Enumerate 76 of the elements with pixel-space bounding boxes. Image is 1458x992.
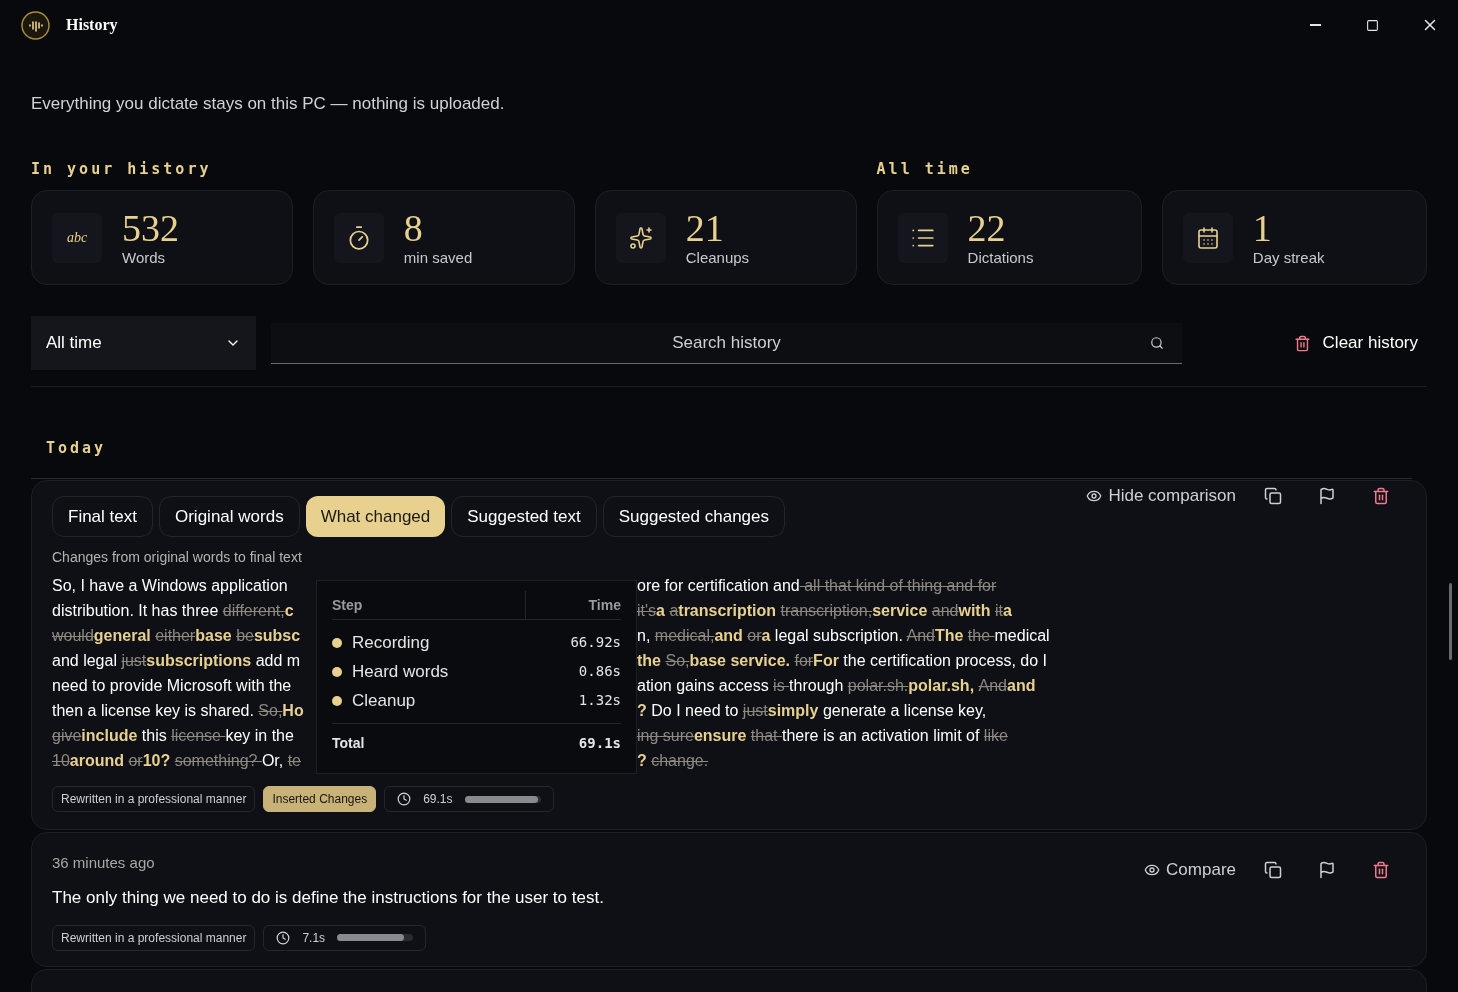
stat-label: min saved [403, 247, 473, 268]
diff-text-line: ore for certification and all that kind of thing and for [637, 575, 997, 596]
view-tab[interactable]: Suggested text [451, 496, 597, 537]
stat-value: 1 [1252, 207, 1273, 248]
search-field[interactable]: Search history [271, 322, 1182, 364]
section-label: All time [876, 161, 974, 177]
compare-button[interactable]: Compare [1144, 857, 1236, 883]
compare-button[interactable]: Hide comparison [1086, 483, 1236, 509]
view-tab[interactable]: Original words [159, 496, 300, 537]
diff-text-line: 10around or10? something? Or, te [52, 751, 301, 769]
stat-value: 22 [967, 207, 1007, 248]
maximize-icon [1366, 18, 1379, 32]
diff-text-line: it'sa atranscription transcription,service andwith ita [637, 600, 1012, 621]
abc-icon: abc [52, 212, 102, 263]
step-name: Recording [352, 631, 431, 654]
copy-icon[interactable] [1264, 860, 1282, 879]
tag-chip: Rewritten in a professional manner [52, 924, 256, 951]
view-tab[interactable]: Suggested changes [602, 496, 785, 537]
stat-label: Day streak [1252, 247, 1325, 268]
step-name: Cleanup [352, 689, 417, 712]
clock-icon [276, 930, 291, 945]
diff-text-line: ? Do I need to justsimply generate a license key, [637, 700, 987, 721]
diff-text-line: ? change. [637, 750, 709, 771]
flag-icon[interactable] [1318, 860, 1336, 879]
diff-text-line: and legal justsubscriptions add m [52, 651, 301, 669]
stat-label: Cleanups [685, 247, 750, 268]
delete-icon[interactable] [1372, 860, 1390, 879]
copy-icon[interactable] [1264, 486, 1282, 505]
diff-text-line: ation gains access is through polar.sh.polar.sh, Andand [637, 675, 1036, 696]
stat-label: Dictations [967, 247, 1034, 268]
minimize-icon [1310, 24, 1321, 26]
diff-text-line: giveinclude this license key in the [52, 726, 294, 744]
section-label: In your history [31, 161, 213, 177]
duration-text: 7.1s [302, 929, 326, 947]
tag-chip: Rewritten in a professional manner [52, 786, 256, 812]
diff-text-line: ing sureensure that there is an activation limit of like [637, 725, 1008, 746]
total-time: 69.1s [577, 734, 621, 754]
stat-value: 8 [403, 207, 424, 248]
view-tab[interactable]: Final text [52, 496, 153, 537]
diff-text-line: n, medical,and ora legal subscription. AndThe the medical [637, 625, 1050, 646]
diff-caption: Changes from original words to final text [52, 549, 303, 565]
entry-time: 36 minutes ago [52, 855, 155, 871]
tag-chip: Inserted Changes [263, 786, 377, 812]
trash-icon [1293, 334, 1311, 352]
view-tab[interactable]: What changed [305, 496, 446, 537]
stat-value: 532 [122, 207, 179, 248]
diff-text-line: So, I have a Windows application [52, 576, 288, 594]
diff-text-line: wouldgeneral eitherbase besubsc [52, 626, 301, 644]
privacy-note: Everything you dictate stays on this PC — nothing is uploaded. [31, 94, 506, 114]
diff-text-line: distribution. It has three different,c [52, 601, 294, 619]
total-label: Total [332, 734, 366, 754]
step-time: 0.86s [577, 662, 621, 682]
window-title: History [66, 15, 118, 36]
stat-label: Words [122, 247, 167, 268]
scrollbar[interactable] [1449, 583, 1452, 660]
diff-text-line: need to provide Microsoft with the [52, 676, 292, 694]
calendar-icon [1195, 225, 1220, 250]
duration-text: 69.1s [423, 791, 453, 808]
search-icon [1150, 336, 1164, 350]
logo-icon [21, 10, 50, 40]
step-time: 66.92s [569, 633, 621, 653]
range-dropdown[interactable]: All time [31, 316, 256, 370]
stat-value: 21 [685, 207, 725, 248]
step-time: 1.32s [577, 691, 621, 711]
entry-text: The only thing we need to do is define the instructions for the user to test. [52, 887, 605, 908]
clock-icon [397, 792, 412, 806]
flag-icon[interactable] [1318, 486, 1336, 505]
section-label: Today [46, 440, 108, 456]
diff-text-line: then a license key is shared. So,Ho [52, 701, 304, 719]
step-name: Heard words [352, 660, 450, 683]
column-header: Step [332, 595, 364, 615]
diff-text-line: the So,base service. forFor the certification process, do I [637, 650, 1047, 671]
delete-icon[interactable] [1372, 486, 1390, 505]
sparkles-icon [628, 225, 653, 250]
clear-history-button[interactable]: Clear history [1293, 330, 1418, 356]
column-header: Time [525, 591, 621, 620]
